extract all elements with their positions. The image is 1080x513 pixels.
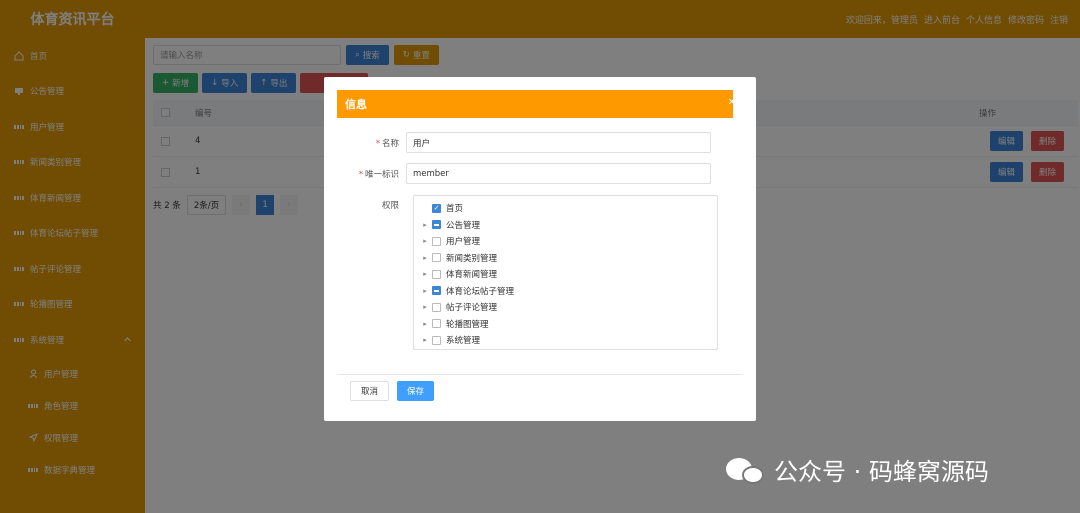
key-label: * 唯一标识 <box>358 169 399 180</box>
caret-right-icon[interactable]: ▸ <box>420 336 430 344</box>
tree-node[interactable]: ✓ 首页 <box>414 200 717 217</box>
caret-right-icon[interactable]: ▸ <box>420 270 430 278</box>
save-button[interactable]: 保存 <box>397 381 435 401</box>
tree-node[interactable]: ▸ 轮播图管理 <box>414 316 717 333</box>
tree-node-label: 公告管理 <box>446 220 481 231</box>
perm-row: 权限 <box>324 199 406 211</box>
tree-node-label: 轮播图管理 <box>446 319 489 330</box>
tree-node-label: 系统管理 <box>446 336 481 347</box>
tree-node-label: 体育论坛帖子管理 <box>446 286 515 297</box>
caret-right-icon[interactable]: ▸ <box>420 287 430 295</box>
caret-right-icon[interactable]: ▸ <box>420 237 430 245</box>
tree-node[interactable]: ▸ 帖子评论管理 <box>414 299 717 316</box>
key-row: * 唯一标识 member <box>324 163 711 184</box>
wechat-icon <box>726 456 766 484</box>
name-row: * 名称 用户 <box>324 132 711 153</box>
perm-label: 权限 <box>381 201 399 211</box>
dialog-footer: 取消 保存 <box>350 381 435 401</box>
key-field[interactable]: member <box>406 163 711 184</box>
tree-checkbox[interactable] <box>432 335 441 345</box>
tree-node-label: 用户管理 <box>446 237 481 248</box>
tree-node-label: 体育新闻管理 <box>446 270 498 281</box>
tree-checkbox[interactable] <box>432 286 441 296</box>
tree-checkbox[interactable] <box>432 319 441 329</box>
name-field[interactable]: 用户 <box>406 132 711 153</box>
tree-node[interactable]: ▸ 系统管理 <box>414 332 717 349</box>
close-icon[interactable]: ✕ <box>728 97 736 108</box>
tree-checkbox[interactable] <box>432 269 441 279</box>
tree-checkbox[interactable] <box>432 236 441 246</box>
caret-right-icon[interactable]: ▸ <box>420 221 430 229</box>
dialog-divider <box>337 374 743 375</box>
cancel-button[interactable]: 取消 <box>350 381 390 401</box>
tree-node[interactable]: ▸ 用户管理 <box>414 233 717 250</box>
tree-node[interactable]: ▸ 体育新闻管理 <box>414 266 717 283</box>
name-label: * 名称 <box>375 138 399 149</box>
watermark-text: 公众号 · 码蜂窝源码 <box>774 458 989 486</box>
tree-checkbox[interactable] <box>432 220 441 230</box>
info-dialog: 信息 ✕ * 名称 用户 * 唯一标识 member 权限 ✓ 首页 ▸ 公告管理 … <box>324 77 756 421</box>
watermark: 公众号 · 码蜂窝源码 <box>726 452 989 487</box>
tree-node-label: 新闻类别管理 <box>446 253 498 264</box>
caret-right-icon[interactable]: ▸ <box>420 303 430 311</box>
caret-right-icon[interactable]: ▸ <box>420 320 430 328</box>
tree-node-label: 帖子评论管理 <box>446 303 498 314</box>
tree-node[interactable]: ▸ 公告管理 <box>414 217 717 234</box>
tree-node[interactable]: ▸ 体育论坛帖子管理 <box>414 283 717 300</box>
tree-checkbox[interactable]: ✓ <box>432 203 441 213</box>
dialog-title: 信息 <box>337 90 733 118</box>
caret-right-icon[interactable]: ▸ <box>420 254 430 262</box>
tree-checkbox[interactable] <box>432 302 441 312</box>
tree-checkbox[interactable] <box>432 253 441 263</box>
tree-node[interactable]: ▸ 新闻类别管理 <box>414 250 717 267</box>
tree-node-label: 首页 <box>446 204 464 215</box>
permission-tree: ✓ 首页 ▸ 公告管理 ▸ 用户管理 ▸ 新闻类别管理 ▸ 体育新闻管理 ▸ 体… <box>413 195 718 350</box>
